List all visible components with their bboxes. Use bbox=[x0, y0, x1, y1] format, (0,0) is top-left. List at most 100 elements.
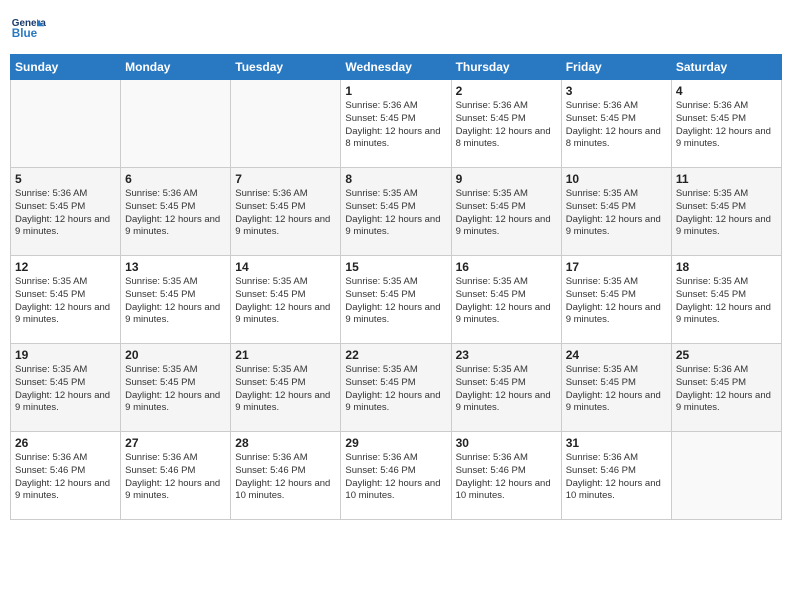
calendar-cell: 22Sunrise: 5:35 AM Sunset: 5:45 PM Dayli… bbox=[341, 344, 451, 432]
logo: GeneralBlue bbox=[10, 10, 46, 46]
day-number: 17 bbox=[566, 260, 667, 274]
calendar-cell: 10 Sunrise: 5:35 AM Sunset: 5:45 PM Dayli… bbox=[561, 168, 671, 256]
calendar-cell: 21 Sunrise: 5:35 AM Sunset: 5:45 PM Dayli… bbox=[231, 344, 341, 432]
weekday-saturday: Saturday bbox=[671, 55, 781, 80]
calendar-table: SundayMondayTuesdayWednesdayThursdayFrid… bbox=[10, 54, 782, 520]
calendar-cell: 13 Sunrise: 5:35 AM Sunset: 5:45 PM Dayli… bbox=[121, 256, 231, 344]
calendar-cell: 24 Sunrise: 5:35 AM Sunset: 5:45 PM Dayli… bbox=[561, 344, 671, 432]
day-number: 20 bbox=[125, 348, 226, 362]
day-info: Sunrise: 5:36 AM Sunset: 5:46 PM Dayligh… bbox=[345, 452, 446, 503]
calendar-cell: 14 Sunrise: 5:35 AM Sunset: 5:45 PM Dayli… bbox=[231, 256, 341, 344]
calendar-cell bbox=[231, 80, 341, 168]
day-info: Sunrise: 5:36 AM Sunset: 5:45 PM Dayligh… bbox=[235, 188, 336, 239]
day-info: Sunrise: 5:35 AM Sunset: 5:45 PM Dayligh… bbox=[456, 364, 557, 415]
weekday-friday: Friday bbox=[561, 55, 671, 80]
day-number: 27 bbox=[125, 436, 226, 450]
day-info: Sunrise: 5:36 AM Sunset: 5:46 PM Dayligh… bbox=[15, 452, 116, 503]
day-number: 31 bbox=[566, 436, 667, 450]
day-number: 19 bbox=[15, 348, 116, 362]
day-number: 18 bbox=[676, 260, 777, 274]
calendar-cell bbox=[11, 80, 121, 168]
day-info: Sunrise: 5:36 AM Sunset: 5:45 PM Dayligh… bbox=[676, 364, 777, 415]
day-info: Sunrise: 5:36 AM Sunset: 5:45 PM Dayligh… bbox=[15, 188, 116, 239]
day-info: Sunrise: 5:36 AM Sunset: 5:45 PM Dayligh… bbox=[125, 188, 226, 239]
day-info: Sunrise: 5:36 AM Sunset: 5:45 PM Dayligh… bbox=[345, 100, 446, 151]
week-row-3: 19 Sunrise: 5:35 AM Sunset: 5:45 PM Dayli… bbox=[11, 344, 782, 432]
calendar-cell: 31 Sunrise: 5:36 AM Sunset: 5:46 PM Dayli… bbox=[561, 432, 671, 520]
day-number: 30 bbox=[456, 436, 557, 450]
day-info: Sunrise: 5:35 AM Sunset: 5:45 PM Dayligh… bbox=[235, 364, 336, 415]
calendar-cell: 3 Sunrise: 5:36 AM Sunset: 5:45 PM Daylig… bbox=[561, 80, 671, 168]
day-number: 16 bbox=[456, 260, 557, 274]
weekday-wednesday: Wednesday bbox=[341, 55, 451, 80]
day-info: Sunrise: 5:35 AM Sunset: 5:45 PM Dayligh… bbox=[235, 276, 336, 327]
day-number: 4 bbox=[676, 84, 777, 98]
day-info: Sunrise: 5:36 AM Sunset: 5:46 PM Dayligh… bbox=[566, 452, 667, 503]
calendar-cell: 2 Sunrise: 5:36 AM Sunset: 5:45 PM Daylig… bbox=[451, 80, 561, 168]
day-number: 12 bbox=[15, 260, 116, 274]
weekday-sunday: Sunday bbox=[11, 55, 121, 80]
day-number: 29 bbox=[345, 436, 446, 450]
week-row-2: 12 Sunrise: 5:35 AM Sunset: 5:45 PM Dayli… bbox=[11, 256, 782, 344]
calendar-cell: 5 Sunrise: 5:36 AM Sunset: 5:45 PM Daylig… bbox=[11, 168, 121, 256]
day-number: 5 bbox=[15, 172, 116, 186]
weekday-header-row: SundayMondayTuesdayWednesdayThursdayFrid… bbox=[11, 55, 782, 80]
day-number: 14 bbox=[235, 260, 336, 274]
day-info: Sunrise: 5:35 AM Sunset: 5:45 PM Dayligh… bbox=[566, 188, 667, 239]
day-info: Sunrise: 5:35 AM Sunset: 5:45 PM Dayligh… bbox=[566, 276, 667, 327]
day-number: 3 bbox=[566, 84, 667, 98]
calendar-cell bbox=[121, 80, 231, 168]
day-number: 2 bbox=[456, 84, 557, 98]
day-number: 10 bbox=[566, 172, 667, 186]
day-number: 26 bbox=[15, 436, 116, 450]
calendar-cell: 25 Sunrise: 5:36 AM Sunset: 5:45 PM Dayli… bbox=[671, 344, 781, 432]
calendar-cell: 15 Sunrise: 5:35 AM Sunset: 5:45 PM Dayli… bbox=[341, 256, 451, 344]
calendar-cell: 11Sunrise: 5:35 AM Sunset: 5:45 PM Dayli… bbox=[671, 168, 781, 256]
week-row-4: 26 Sunrise: 5:36 AM Sunset: 5:46 PM Dayli… bbox=[11, 432, 782, 520]
day-number: 15 bbox=[345, 260, 446, 274]
day-number: 24 bbox=[566, 348, 667, 362]
day-info: Sunrise: 5:35 AM Sunset: 5:45 PM Dayligh… bbox=[15, 276, 116, 327]
day-number: 1 bbox=[345, 84, 446, 98]
page-header: GeneralBlue bbox=[10, 10, 782, 46]
calendar-cell: 19 Sunrise: 5:35 AM Sunset: 5:45 PM Dayli… bbox=[11, 344, 121, 432]
logo-icon: GeneralBlue bbox=[10, 10, 46, 46]
day-number: 21 bbox=[235, 348, 336, 362]
calendar-cell bbox=[671, 432, 781, 520]
weekday-tuesday: Tuesday bbox=[231, 55, 341, 80]
day-number: 7 bbox=[235, 172, 336, 186]
day-number: 25 bbox=[676, 348, 777, 362]
day-number: 8 bbox=[345, 172, 446, 186]
calendar-cell: 6Sunrise: 5:36 AM Sunset: 5:45 PM Daylig… bbox=[121, 168, 231, 256]
day-info: Sunrise: 5:35 AM Sunset: 5:45 PM Dayligh… bbox=[566, 364, 667, 415]
weekday-thursday: Thursday bbox=[451, 55, 561, 80]
day-info: Sunrise: 5:36 AM Sunset: 5:46 PM Dayligh… bbox=[456, 452, 557, 503]
day-info: Sunrise: 5:35 AM Sunset: 5:45 PM Dayligh… bbox=[125, 276, 226, 327]
calendar-cell: 9 Sunrise: 5:35 AM Sunset: 5:45 PM Daylig… bbox=[451, 168, 561, 256]
calendar-cell: 28Sunrise: 5:36 AM Sunset: 5:46 PM Dayli… bbox=[231, 432, 341, 520]
calendar-cell: 23Sunrise: 5:35 AM Sunset: 5:45 PM Dayli… bbox=[451, 344, 561, 432]
day-info: Sunrise: 5:36 AM Sunset: 5:46 PM Dayligh… bbox=[125, 452, 226, 503]
calendar-cell: 27 Sunrise: 5:36 AM Sunset: 5:46 PM Dayli… bbox=[121, 432, 231, 520]
day-info: Sunrise: 5:36 AM Sunset: 5:45 PM Dayligh… bbox=[566, 100, 667, 151]
calendar-cell: 20 Sunrise: 5:35 AM Sunset: 5:45 PM Dayli… bbox=[121, 344, 231, 432]
day-info: Sunrise: 5:35 AM Sunset: 5:45 PM Dayligh… bbox=[345, 276, 446, 327]
calendar-cell: 12 Sunrise: 5:35 AM Sunset: 5:45 PM Dayli… bbox=[11, 256, 121, 344]
day-number: 22 bbox=[345, 348, 446, 362]
week-row-1: 5 Sunrise: 5:36 AM Sunset: 5:45 PM Daylig… bbox=[11, 168, 782, 256]
day-info: Sunrise: 5:35 AM Sunset: 5:45 PM Dayligh… bbox=[15, 364, 116, 415]
day-info: Sunrise: 5:35 AM Sunset: 5:45 PM Dayligh… bbox=[676, 188, 777, 239]
day-info: Sunrise: 5:36 AM Sunset: 5:46 PM Dayligh… bbox=[235, 452, 336, 503]
calendar-cell: 4Sunrise: 5:36 AM Sunset: 5:45 PM Daylig… bbox=[671, 80, 781, 168]
day-info: Sunrise: 5:36 AM Sunset: 5:45 PM Dayligh… bbox=[456, 100, 557, 151]
day-info: Sunrise: 5:35 AM Sunset: 5:45 PM Dayligh… bbox=[456, 188, 557, 239]
calendar-cell: 18 Sunrise: 5:35 AM Sunset: 5:45 PM Dayli… bbox=[671, 256, 781, 344]
day-number: 13 bbox=[125, 260, 226, 274]
day-info: Sunrise: 5:35 AM Sunset: 5:45 PM Dayligh… bbox=[125, 364, 226, 415]
calendar-cell: 7 Sunrise: 5:36 AM Sunset: 5:45 PM Daylig… bbox=[231, 168, 341, 256]
weekday-monday: Monday bbox=[121, 55, 231, 80]
day-number: 9 bbox=[456, 172, 557, 186]
calendar-cell: 26 Sunrise: 5:36 AM Sunset: 5:46 PM Dayli… bbox=[11, 432, 121, 520]
day-info: Sunrise: 5:35 AM Sunset: 5:45 PM Dayligh… bbox=[676, 276, 777, 327]
day-info: Sunrise: 5:35 AM Sunset: 5:45 PM Dayligh… bbox=[345, 188, 446, 239]
